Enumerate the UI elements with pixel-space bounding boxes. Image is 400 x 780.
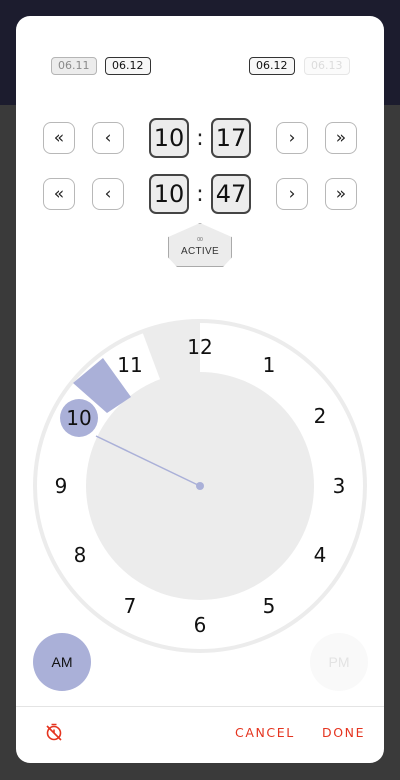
clock-number-8[interactable]: 8 [65, 542, 95, 568]
footer-divider [16, 706, 384, 707]
done-button[interactable]: DONE [322, 725, 365, 740]
clock-center-dot [196, 482, 204, 490]
clock-number-7[interactable]: 7 [115, 593, 145, 619]
pm-button[interactable]: PM [310, 633, 368, 691]
clock-number-6[interactable]: 6 [185, 612, 215, 638]
clock-number-12[interactable]: 12 [185, 334, 215, 360]
timer-off-icon[interactable] [44, 722, 64, 742]
am-button[interactable]: AM [33, 633, 91, 691]
clock-number-4[interactable]: 4 [305, 542, 335, 568]
clock-number-3[interactable]: 3 [324, 473, 354, 499]
clock-number-10-selected[interactable]: 10 [60, 399, 98, 437]
cancel-button[interactable]: CANCEL [235, 725, 295, 740]
clock-number-5[interactable]: 5 [254, 593, 284, 619]
clock-number-1[interactable]: 1 [254, 352, 284, 378]
clock-face[interactable] [16, 16, 384, 706]
time-range-dialog: 06.11 06.12 06.12 06.13 « ‹ 10 : 17 › » … [16, 16, 384, 763]
clock-number-9[interactable]: 9 [46, 473, 76, 499]
clock-number-2[interactable]: 2 [305, 403, 335, 429]
clock-number-11[interactable]: 11 [115, 352, 145, 378]
